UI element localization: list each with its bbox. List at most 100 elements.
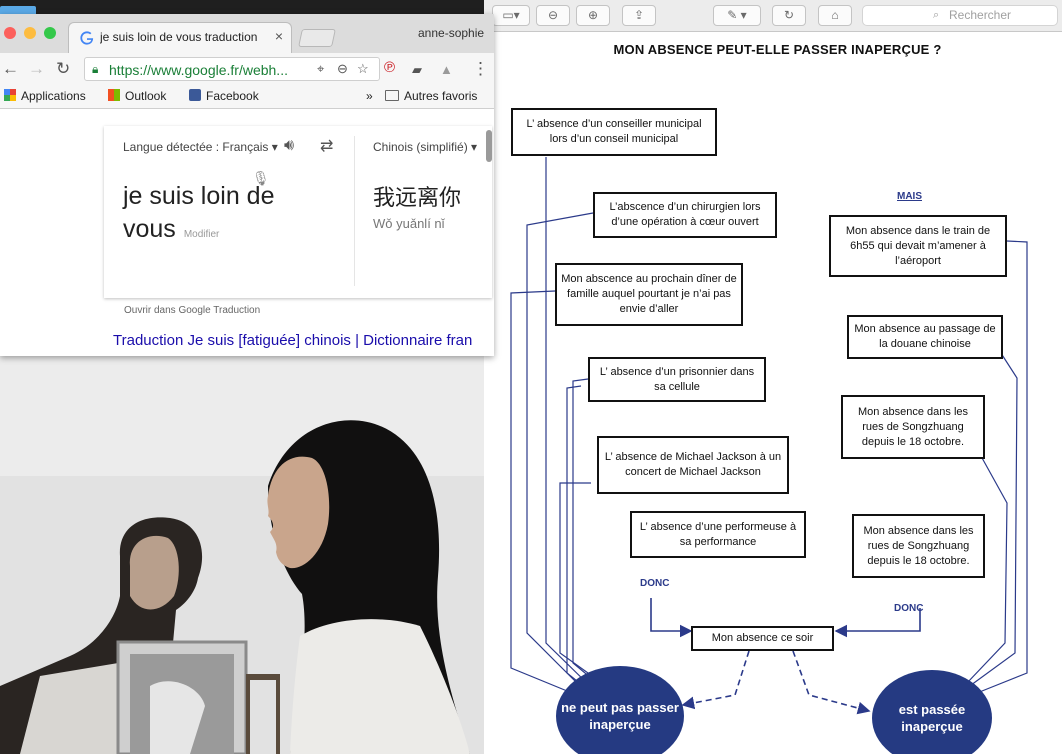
more-bookmarks-button[interactable]: » [366, 89, 373, 103]
markup-button[interactable]: ✎ ▾ [713, 5, 761, 26]
mais-label: MAIS [897, 191, 922, 202]
bookmarks-bar: Applications Outlook Facebook » Autres f… [0, 85, 494, 109]
url-text: https://www.google.fr/webh... [109, 62, 288, 78]
address-bar[interactable]: 🔒︎ https://www.google.fr/webh... ⌖ ⊖ ☆ [84, 57, 380, 81]
connector-line [559, 482, 603, 684]
tab-strip: je suis loin de vous traduction × anne-s… [0, 14, 494, 53]
lock-icon: 🔒︎ [92, 62, 99, 76]
bookmark-star-icon[interactable]: ☆ [357, 61, 369, 77]
preview-window: ▭▾ ⊖ ⊕ ⇪ ✎ ▾ ↻ ⌂ ⌕ Rechercher MON ABSENC… [484, 0, 1062, 754]
sidebar-icon: ▭▾ [502, 8, 520, 22]
rotate-button[interactable]: ↻ [772, 5, 806, 26]
search-results: Langue détectée : Français ▾ 🔊︎ ⇄ Chinoi… [0, 110, 494, 356]
zoom-out-icon: ⊖ [547, 8, 559, 22]
desktop-background [0, 0, 484, 16]
sidebar-toggle-button[interactable]: ▭▾ [492, 5, 530, 26]
microsoft-logo-icon [108, 89, 120, 101]
center-box: Mon absence ce soir [691, 626, 834, 651]
viewer-toolbar: ▭▾ ⊖ ⊕ ⇪ ✎ ▾ ↻ ⌂ ⌕ Rechercher [484, 0, 1062, 32]
swap-languages-icon[interactable]: ⇄ [320, 136, 333, 156]
left-box-6: L’ absence d’une performeuse à sa perfor… [630, 511, 806, 558]
toolbox-button[interactable]: ⌂ [818, 5, 852, 26]
menu-dots-icon[interactable]: ⋮ [472, 59, 489, 79]
bookmark-label: Applications [21, 89, 86, 103]
tab-active[interactable]: je suis loin de vous traduction × [68, 22, 292, 53]
search-result-link[interactable]: Traduction Je suis [fatiguée] chinois | … [113, 332, 472, 349]
extension-icon[interactable]: ▰ [412, 62, 422, 78]
rotate-icon: ↻ [783, 8, 795, 22]
drive-icon[interactable]: ▲ [440, 62, 453, 77]
share-button[interactable]: ⇪ [622, 5, 656, 26]
source-language-select[interactable]: Langue détectée : Français ▾ [123, 140, 278, 154]
right-box-3: Mon absence dans les rues de Songzhuang … [841, 395, 985, 459]
translate-card: Langue détectée : Français ▾ 🔊︎ ⇄ Chinoi… [104, 126, 492, 298]
right-box-2: Mon absence au passage de la douane chin… [847, 315, 1003, 359]
profile-name[interactable]: anne-sophie [418, 26, 484, 40]
donc-label-left: DONC [640, 578, 670, 589]
scrollbar-thumb[interactable] [486, 130, 492, 162]
screen: ▭▾ ⊖ ⊕ ⇪ ✎ ▾ ↻ ⌂ ⌕ Rechercher MON ABSENC… [0, 0, 1062, 754]
search-icon: ⌕ [933, 9, 940, 21]
close-window-button[interactable] [4, 27, 16, 39]
bookmark-outlook[interactable]: Outlook [108, 89, 166, 103]
zoom-out-button[interactable]: ⊖ [536, 5, 570, 26]
pen-icon: ✎ ▾ [727, 8, 747, 22]
connector-line [566, 385, 593, 694]
tab-close-icon[interactable]: × [275, 28, 283, 44]
divider [354, 136, 355, 286]
zoom-window-button[interactable] [44, 27, 56, 39]
bookmark-facebook[interactable]: Facebook [189, 89, 259, 103]
back-arrow-icon[interactable]: ← [2, 59, 19, 79]
speaker-icon[interactable]: 🔊︎ [284, 137, 294, 155]
connector-line [976, 240, 1028, 694]
left-box-4: L’ absence d’un prisonnier dans sa cellu… [588, 357, 766, 402]
folder-icon [385, 90, 399, 101]
bookmark-label: Facebook [206, 89, 259, 103]
tab-title: je suis loin de vous traduction [100, 30, 258, 44]
photo-illustration [0, 356, 484, 754]
bookmark-label: Outlook [125, 89, 167, 103]
open-in-translate-link[interactable]: Ouvrir dans Google Traduction [124, 305, 260, 316]
document-title: MON ABSENCE PEUT-ELLE PASSER INAPERÇUE ? [613, 42, 942, 57]
connector-line [510, 290, 573, 694]
left-box-3: Mon abscence au prochain dîner de famill… [555, 263, 743, 326]
facebook-icon [189, 89, 201, 101]
source-text[interactable]: je suis loin de vous Modifier [123, 180, 343, 251]
left-box-5: L’ absence de Michael Jackson à un conce… [597, 436, 789, 494]
new-tab-button[interactable] [298, 29, 336, 47]
zoom-in-icon: ⊕ [587, 8, 599, 22]
forward-arrow-icon[interactable]: → [28, 59, 45, 79]
toolbar: ← → ↻ 🔒︎ https://www.google.fr/webh... ⌖… [0, 53, 494, 85]
chrome-window: je suis loin de vous traduction × anne-s… [0, 14, 494, 356]
zoom-in-button[interactable]: ⊕ [576, 5, 610, 26]
dashed-arrow-left [681, 650, 750, 710]
search-placeholder: Rechercher [949, 8, 1012, 22]
document-page: MON ABSENCE PEUT-ELLE PASSER INAPERÇUE ?… [497, 33, 1058, 754]
apps-grid-icon [4, 89, 16, 101]
right-box-4: Mon absence dans les rues de Songzhuang … [852, 514, 985, 578]
reload-icon[interactable]: ↻ [56, 59, 70, 79]
target-language-select[interactable]: Chinois (simplifié) ▾ [373, 140, 477, 154]
toolbox-icon: ⌂ [831, 8, 839, 22]
zoom-icon[interactable]: ⊖ [337, 61, 348, 77]
search-field[interactable]: ⌕ Rechercher [862, 5, 1058, 26]
connector-line [966, 332, 1018, 689]
location-icon[interactable]: ⌖ [317, 61, 324, 77]
edit-link[interactable]: Modifier [184, 229, 220, 240]
other-bookmarks-folder[interactable]: Autres favoris [385, 89, 477, 103]
connector-line [572, 378, 598, 684]
google-logo-icon [80, 31, 94, 45]
left-box-1: L’ absence d’un conseiller municipal lor… [511, 108, 717, 156]
donc-label-right: DONC [894, 603, 924, 614]
dashed-arrow-right [792, 650, 871, 715]
connector-line [545, 157, 593, 689]
right-box-1: Mon absence dans le train de 6h55 qui de… [829, 215, 1007, 277]
pinterest-icon[interactable]: ℗ [384, 59, 395, 76]
left-box-2: L’abscence d’un chirurgien lors d’une op… [593, 192, 777, 238]
minimize-window-button[interactable] [24, 27, 36, 39]
translation-text: 我远离你 [373, 186, 462, 211]
performance-photo [0, 356, 484, 754]
bookmark-label: Autres favoris [404, 89, 478, 103]
bookmark-applications[interactable]: Applications [4, 89, 86, 103]
share-icon: ⇪ [633, 8, 645, 22]
